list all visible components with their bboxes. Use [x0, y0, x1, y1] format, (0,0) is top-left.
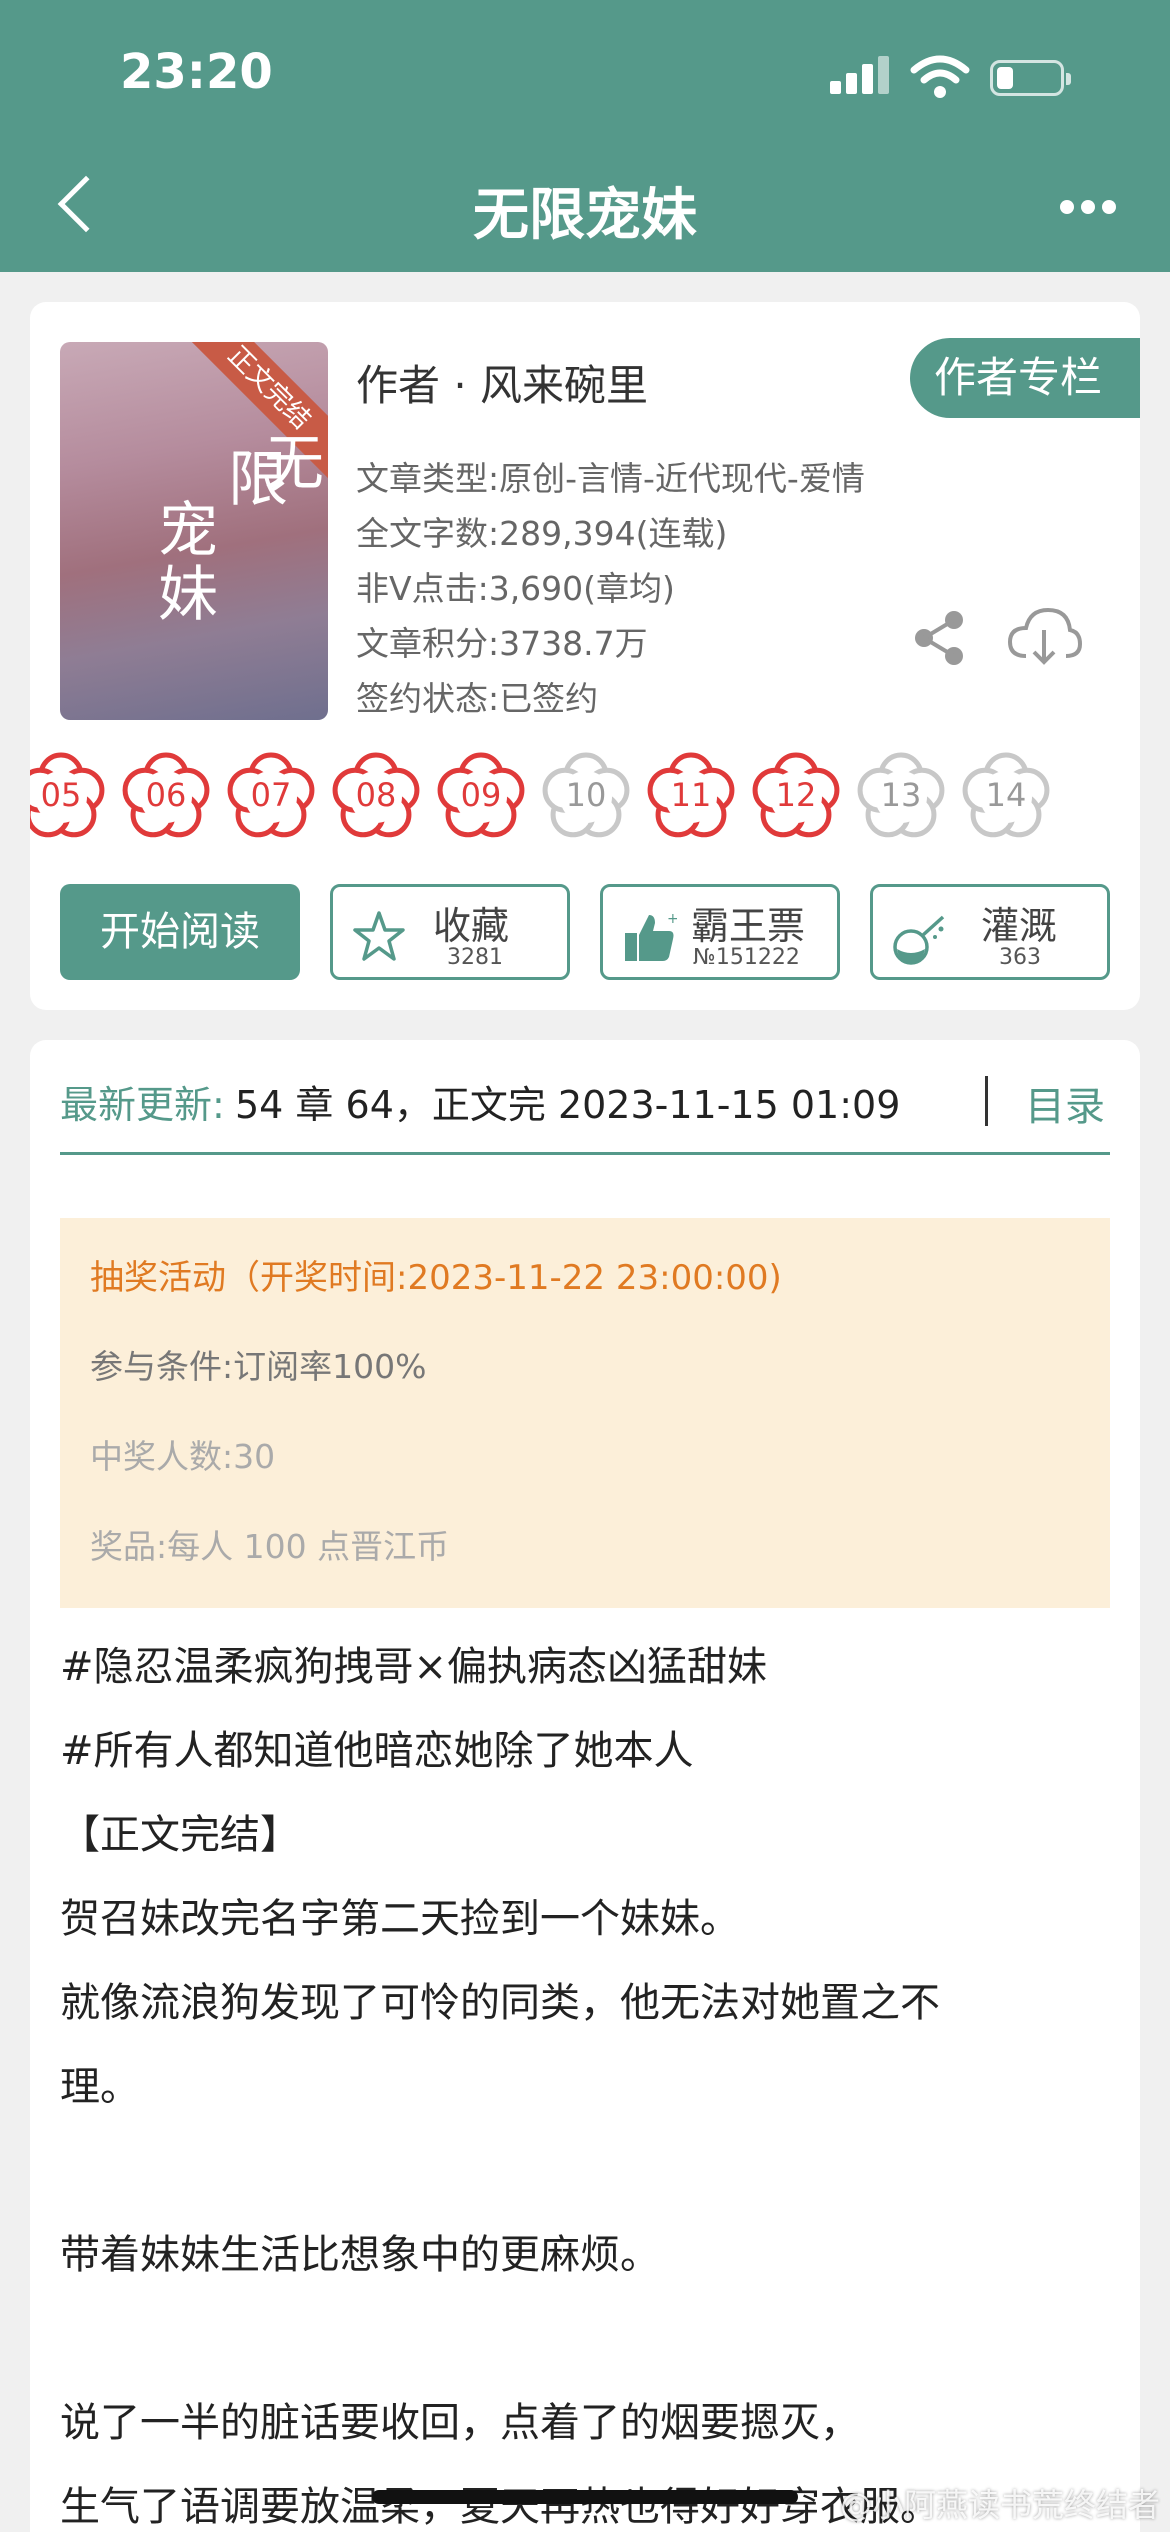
share-icon[interactable] [910, 608, 970, 668]
overlord-label: 霸王票 [691, 904, 806, 948]
star-icon [353, 911, 405, 961]
info-word-count: 全文字数:289,394(连载) [356, 514, 728, 553]
irrigate-count: 363 [999, 945, 1041, 970]
watermark: @小阿燕读书荒终结者 [839, 2486, 1160, 2524]
book-cover[interactable]: 正文完结 无 限 宠 妹 [60, 342, 328, 720]
divider-line [60, 1152, 1110, 1155]
cover-title-char: 妹 [158, 560, 218, 630]
description-line: 【正文完结】 [60, 1812, 300, 1858]
table-of-contents-link[interactable]: 目录 [1025, 1074, 1105, 1132]
info-clicks: 非Ⅴ点击:3,690(章均) [356, 569, 675, 608]
book-info-card: 正文完结 无 限 宠 妹 作者 · 风来碗里 作者专栏 文章类型:原创-言情-近… [30, 302, 1140, 1010]
irrigate-button[interactable]: 灌溉 363 [870, 884, 1110, 980]
content-card: 最新更新: 54 章 64，正文完 2023-11-15 01:09 目录 抽奖… [30, 1040, 1140, 2532]
cover-title-char: 限 [228, 445, 288, 515]
chapter-flower[interactable]: 13 [854, 748, 948, 842]
description-line: 贺召妹改完名字第二天捡到一个妹妹。 [60, 1896, 740, 1942]
chapter-number: 05 [40, 776, 82, 814]
chapter-number: 11 [670, 776, 712, 814]
chapter-flower[interactable]: 12 [749, 748, 843, 842]
description-line: 理。 [60, 2064, 140, 2110]
chapter-number: 09 [460, 776, 502, 814]
chapter-flower[interactable]: 07 [224, 748, 318, 842]
watering-flask-icon [893, 915, 945, 965]
battery-icon [990, 60, 1071, 96]
home-indicator [372, 2490, 798, 2504]
lottery-winners: 中奖人数:30 [90, 1437, 276, 1476]
chapter-number: 14 [985, 776, 1027, 814]
overlord-count: №151222 [693, 945, 800, 970]
thumbs-up-icon: + [625, 911, 677, 961]
info-sign-status: 签约状态:已签约 [356, 679, 599, 718]
svg-text:+: + [667, 911, 677, 927]
lottery-title: 抽奖活动（开奖时间:2023-11-22 23:00:00) [90, 1258, 782, 1298]
chapter-flower[interactable]: 14 [959, 748, 1053, 842]
chapter-flower[interactable]: 08 [329, 748, 423, 842]
overlord-ticket-button[interactable]: + 霸王票 №151222 [600, 884, 840, 980]
chapter-number: 10 [565, 776, 607, 814]
chapter-flower[interactable]: 11 [644, 748, 738, 842]
chapter-number: 08 [355, 776, 397, 814]
chapter-flower[interactable]: 10 [539, 748, 633, 842]
chapter-number: 07 [250, 776, 292, 814]
author-name[interactable]: 作者 · 风来碗里 [356, 352, 648, 413]
signal-icon [830, 54, 892, 94]
status-icons [830, 52, 1090, 102]
info-genre: 文章类型:原创-言情-近代现代-爱情 [356, 459, 865, 498]
description-line: 就像流浪狗发现了可怜的同类，他无法对她置之不 [60, 1980, 940, 2026]
chapter-flower[interactable]: 09 [434, 748, 528, 842]
latest-update-label: 最新更新: [60, 1083, 225, 1127]
more-options-button[interactable] [1060, 200, 1116, 216]
latest-update-text[interactable]: 54 章 64，正文完 2023-11-15 01:09 [235, 1074, 975, 1129]
chapter-flower[interactable]: 06 [119, 748, 213, 842]
chapter-number: 12 [775, 776, 817, 814]
chapter-flower[interactable]: 05 [30, 748, 108, 842]
lottery-prize: 奖品:每人 100 点晋江币 [90, 1527, 450, 1566]
description-line: 说了一半的脏话要收回，点着了的烟要摁灭， [60, 2400, 860, 2446]
page-title: 无限宠妹 [473, 183, 697, 248]
author-column-button[interactable]: 作者专栏 [910, 338, 1140, 418]
favorite-count: 3281 [447, 945, 503, 970]
chapter-number: 13 [880, 776, 922, 814]
irrigate-label: 灌溉 [981, 904, 1058, 948]
divider [985, 1076, 988, 1126]
description-line: 带着妹妹生活比想象中的更麻烦。 [60, 2232, 660, 2278]
description-line: #隐忍温柔疯狗拽哥×偏执病态凶猛甜妹 [60, 1644, 768, 1690]
favorite-label: 收藏 [433, 904, 510, 948]
info-score: 文章积分:3738.7万 [356, 624, 648, 663]
lottery-condition: 参与条件:订阅率100% [90, 1347, 427, 1386]
top-header: 23:20 无限宠妹 [0, 0, 1170, 272]
chapter-number: 06 [145, 776, 187, 814]
description-line: #所有人都知道他暗恋她除了她本人 [60, 1728, 694, 1774]
wifi-icon [910, 55, 970, 98]
lottery-box: 抽奖活动（开奖时间:2023-11-22 23:00:00) 参与条件:订阅率1… [60, 1218, 1110, 1608]
favorite-button[interactable]: 收藏 3281 [330, 884, 570, 980]
cloud-download-icon[interactable] [1006, 604, 1082, 670]
status-time: 23:20 [120, 44, 273, 100]
start-reading-button[interactable]: 开始阅读 [60, 884, 300, 980]
